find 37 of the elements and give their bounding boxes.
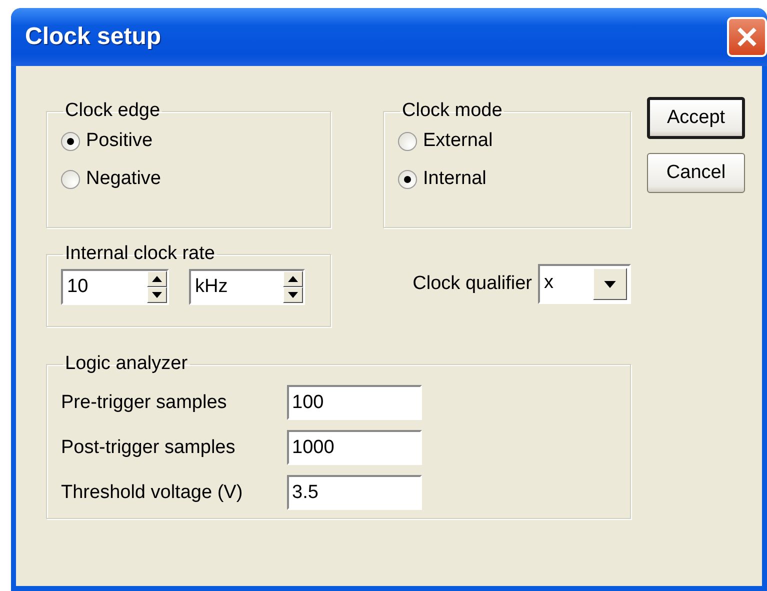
radio-label: Internal	[423, 168, 486, 190]
radio-label: External	[423, 130, 493, 152]
dialog-button[interactable]: Accept	[647, 97, 745, 139]
radio-button[interactable]	[398, 132, 417, 150]
input-field[interactable]: 100	[287, 385, 422, 420]
group-title: Clock mode	[401, 100, 504, 122]
close-icon	[736, 26, 758, 48]
radio-label: Negative	[86, 168, 161, 190]
group-title: Internal clock rate	[64, 243, 216, 265]
dropdown[interactable]: x	[538, 264, 631, 304]
group-title: Logic analyzer	[64, 353, 189, 375]
radio-button[interactable]	[398, 170, 417, 188]
spin-up-button[interactable]	[147, 271, 167, 287]
group-title: Clock edge	[64, 100, 162, 122]
radio-button[interactable]	[61, 132, 80, 150]
up-arrow-icon	[152, 276, 162, 282]
radio-label: Positive	[86, 130, 153, 152]
spin-up-button[interactable]	[283, 271, 303, 287]
spin-down-button[interactable]	[283, 287, 303, 303]
input-field[interactable]: 3.5	[287, 475, 422, 510]
field-label: Clock qualifier	[412, 273, 532, 295]
down-arrow-icon	[288, 292, 298, 298]
spin-box[interactable]: 10	[61, 269, 169, 305]
up-arrow-icon	[288, 276, 298, 282]
window-title: Clock setup	[25, 23, 162, 51]
caret-icon	[604, 280, 616, 288]
dialog-button[interactable]: Cancel	[647, 153, 745, 193]
close-button[interactable]	[727, 17, 767, 57]
field-label: Threshold voltage (V)	[61, 482, 244, 504]
field-label: Pre-trigger samples	[61, 392, 228, 414]
down-arrow-icon	[152, 292, 162, 298]
spin-down-button[interactable]	[147, 287, 167, 303]
dropdown-button[interactable]	[593, 268, 627, 300]
radio-button[interactable]	[61, 170, 80, 188]
spin-box[interactable]: kHz	[189, 269, 305, 305]
field-label: Post-trigger samples	[61, 436, 236, 458]
input-field[interactable]: 1000	[287, 430, 422, 465]
